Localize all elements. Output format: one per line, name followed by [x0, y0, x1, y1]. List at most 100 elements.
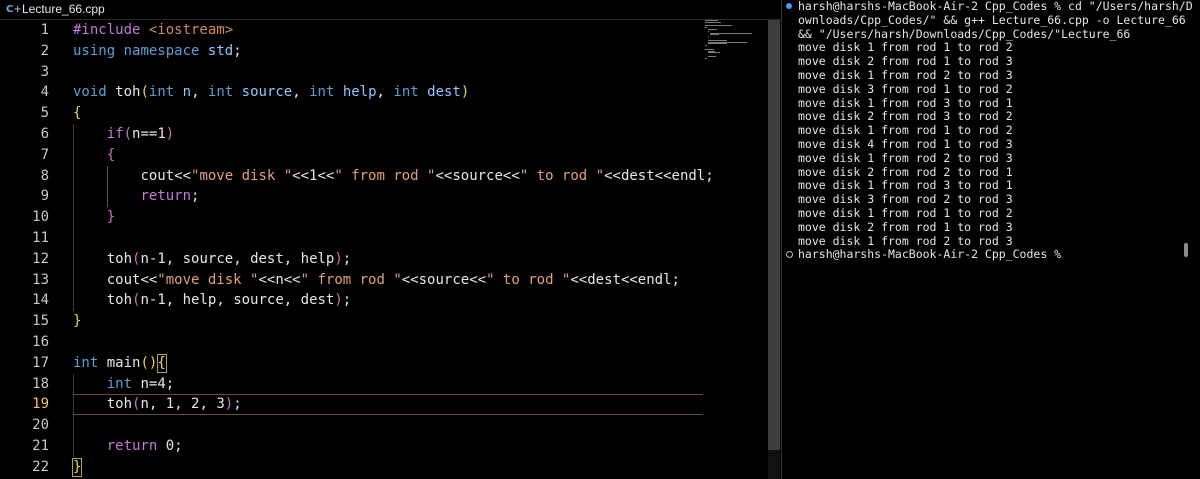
minimap[interactable] [705, 20, 765, 60]
code-line[interactable]: 18 int n=4; [0, 374, 768, 394]
code-token: main [106, 354, 141, 371]
terminal-prompt[interactable]: harsh@harshs-MacBook-Air-2 Cpp_Codes % [798, 248, 1061, 262]
code-token: void [73, 84, 107, 101]
code-token: { [106, 146, 116, 163]
code-text: cout<<"move disk "<<n<<" from rod "<<sou… [73, 270, 680, 290]
terminal-output-line: move disk 1 from rod 1 to rod 2 [798, 206, 1013, 220]
code-token: << [401, 271, 419, 288]
line-number: 21 [32, 438, 49, 454]
code-line[interactable]: 11 [0, 228, 768, 248]
code-token: endl [637, 271, 672, 288]
code-line[interactable]: 20 [0, 415, 768, 435]
code-token: dest [300, 292, 335, 309]
code-line[interactable]: 5{ [0, 103, 768, 123]
code-token: , [216, 292, 234, 309]
code-line[interactable]: 10 } [0, 207, 768, 227]
code-token: ; [233, 42, 242, 59]
code-token: << [502, 167, 520, 184]
line-number: 7 [40, 146, 49, 163]
code-token: n [140, 292, 149, 309]
code-token: << [570, 271, 588, 288]
code-token: ; [165, 375, 175, 392]
code-token: ; [174, 438, 183, 454]
code-token: "move disk " [191, 167, 293, 184]
line-number: 3 [40, 63, 49, 80]
code-line[interactable]: 1 #include <iostream> [0, 20, 768, 40]
code-line[interactable]: 22} [0, 457, 768, 477]
code-token: 1 [157, 126, 166, 142]
code-token: " to rod " [519, 167, 605, 184]
terminal-panel[interactable]: harsh@harshs-MacBook-Air-2 Cpp_Codes % c… [782, 0, 1200, 479]
code-token: << [317, 167, 335, 184]
code-line[interactable]: 12 toh(n-1, source, dest, help); [0, 249, 768, 269]
code-token: n [275, 271, 284, 288]
minimap-line [707, 56, 716, 57]
code-token: << [435, 167, 453, 184]
code-line[interactable]: 9 return; [0, 186, 768, 206]
code-text: { [73, 145, 115, 165]
line-number: 6 [40, 126, 49, 142]
terminal-output-line: move disk 1 from rod 3 to rod 1 [798, 178, 1013, 193]
code-line[interactable]: 17 int main(){ [0, 353, 768, 373]
code-token: int [207, 84, 234, 101]
code-token: << [604, 167, 621, 184]
code-token: { [73, 105, 82, 122]
command-success-dot-icon[interactable] [786, 3, 792, 9]
code-area[interactable]: 1 #include <iostream> 2 using namespace std… [0, 20, 768, 479]
code-token: " to rod " [486, 271, 571, 288]
code-token: << [258, 271, 276, 288]
code-line[interactable]: 19 toh(n, 1, 2, 3); [0, 394, 768, 414]
code-token: , [283, 250, 301, 267]
line-number: 22 [32, 458, 49, 475]
code-token: ; [705, 167, 714, 184]
terminal-output-line: move disk 3 from rod 1 to rod 2 [798, 81, 1013, 96]
code-token: n [140, 375, 149, 392]
code-line[interactable]: 13 cout<<"move disk "<<n<<" from rod "<<… [0, 270, 768, 290]
terminal-output-line: move disk 2 from rod 2 to rod 1 [798, 164, 1013, 179]
line-number: 12 [32, 250, 49, 267]
code-text: int main(){ [73, 353, 166, 373]
code-text: } [73, 311, 81, 331]
code-token: << [620, 271, 638, 288]
command-idle-dot-icon[interactable] [786, 251, 793, 259]
code-text: toh(n-1, source, dest, help); [73, 249, 352, 269]
line-number: 8 [40, 167, 49, 184]
line-number: 19 [32, 396, 49, 413]
code-token: ) [165, 126, 175, 142]
code-line[interactable]: 15} [0, 311, 768, 331]
code-line[interactable]: 2 using namespace std; [0, 41, 768, 61]
code-token: " from rod " [334, 167, 436, 184]
code-line[interactable]: 21 return 0; [0, 436, 768, 456]
indent-guide [73, 373, 74, 457]
code-token: , [233, 250, 251, 267]
code-line[interactable]: 8 cout<<"move disk "<<1<<" from rod "<<s… [0, 166, 768, 186]
code-line[interactable]: 7 { [0, 145, 768, 165]
code-token: " from rod " [300, 271, 402, 288]
editor-scrollbar-thumb[interactable] [768, 20, 780, 450]
code-token: , [165, 292, 183, 309]
code-token: int [73, 354, 99, 371]
code-token: ) [460, 84, 470, 101]
code-token: help [300, 250, 335, 267]
code-token: ; [671, 271, 680, 288]
tab-lecture-66[interactable]: C+ Lecture_66.cpp [0, 0, 113, 19]
code-line[interactable]: 16 [0, 332, 768, 352]
code-line[interactable]: 4 void toh(int n, int source, int help, i… [0, 82, 768, 102]
code-line[interactable]: 3 [0, 62, 768, 82]
editor-tab-bar: C+ Lecture_66.cpp [0, 0, 781, 20]
code-text: using namespace std; [73, 41, 242, 61]
code-token: n [182, 84, 192, 101]
code-line[interactable]: 6 if(n==1) [0, 124, 768, 144]
terminal-scrollbar-thumb[interactable] [1184, 243, 1188, 257]
code-token: << [469, 271, 487, 288]
code-line[interactable]: 14 toh(n-1, help, source, dest); [0, 290, 768, 310]
line-number: 4 [40, 84, 49, 101]
code-editor[interactable]: C+ Lecture_66.cpp 1 #include <iostream> 2 u… [0, 0, 781, 479]
code-token: source [241, 84, 293, 101]
code-token: ( [140, 84, 149, 101]
